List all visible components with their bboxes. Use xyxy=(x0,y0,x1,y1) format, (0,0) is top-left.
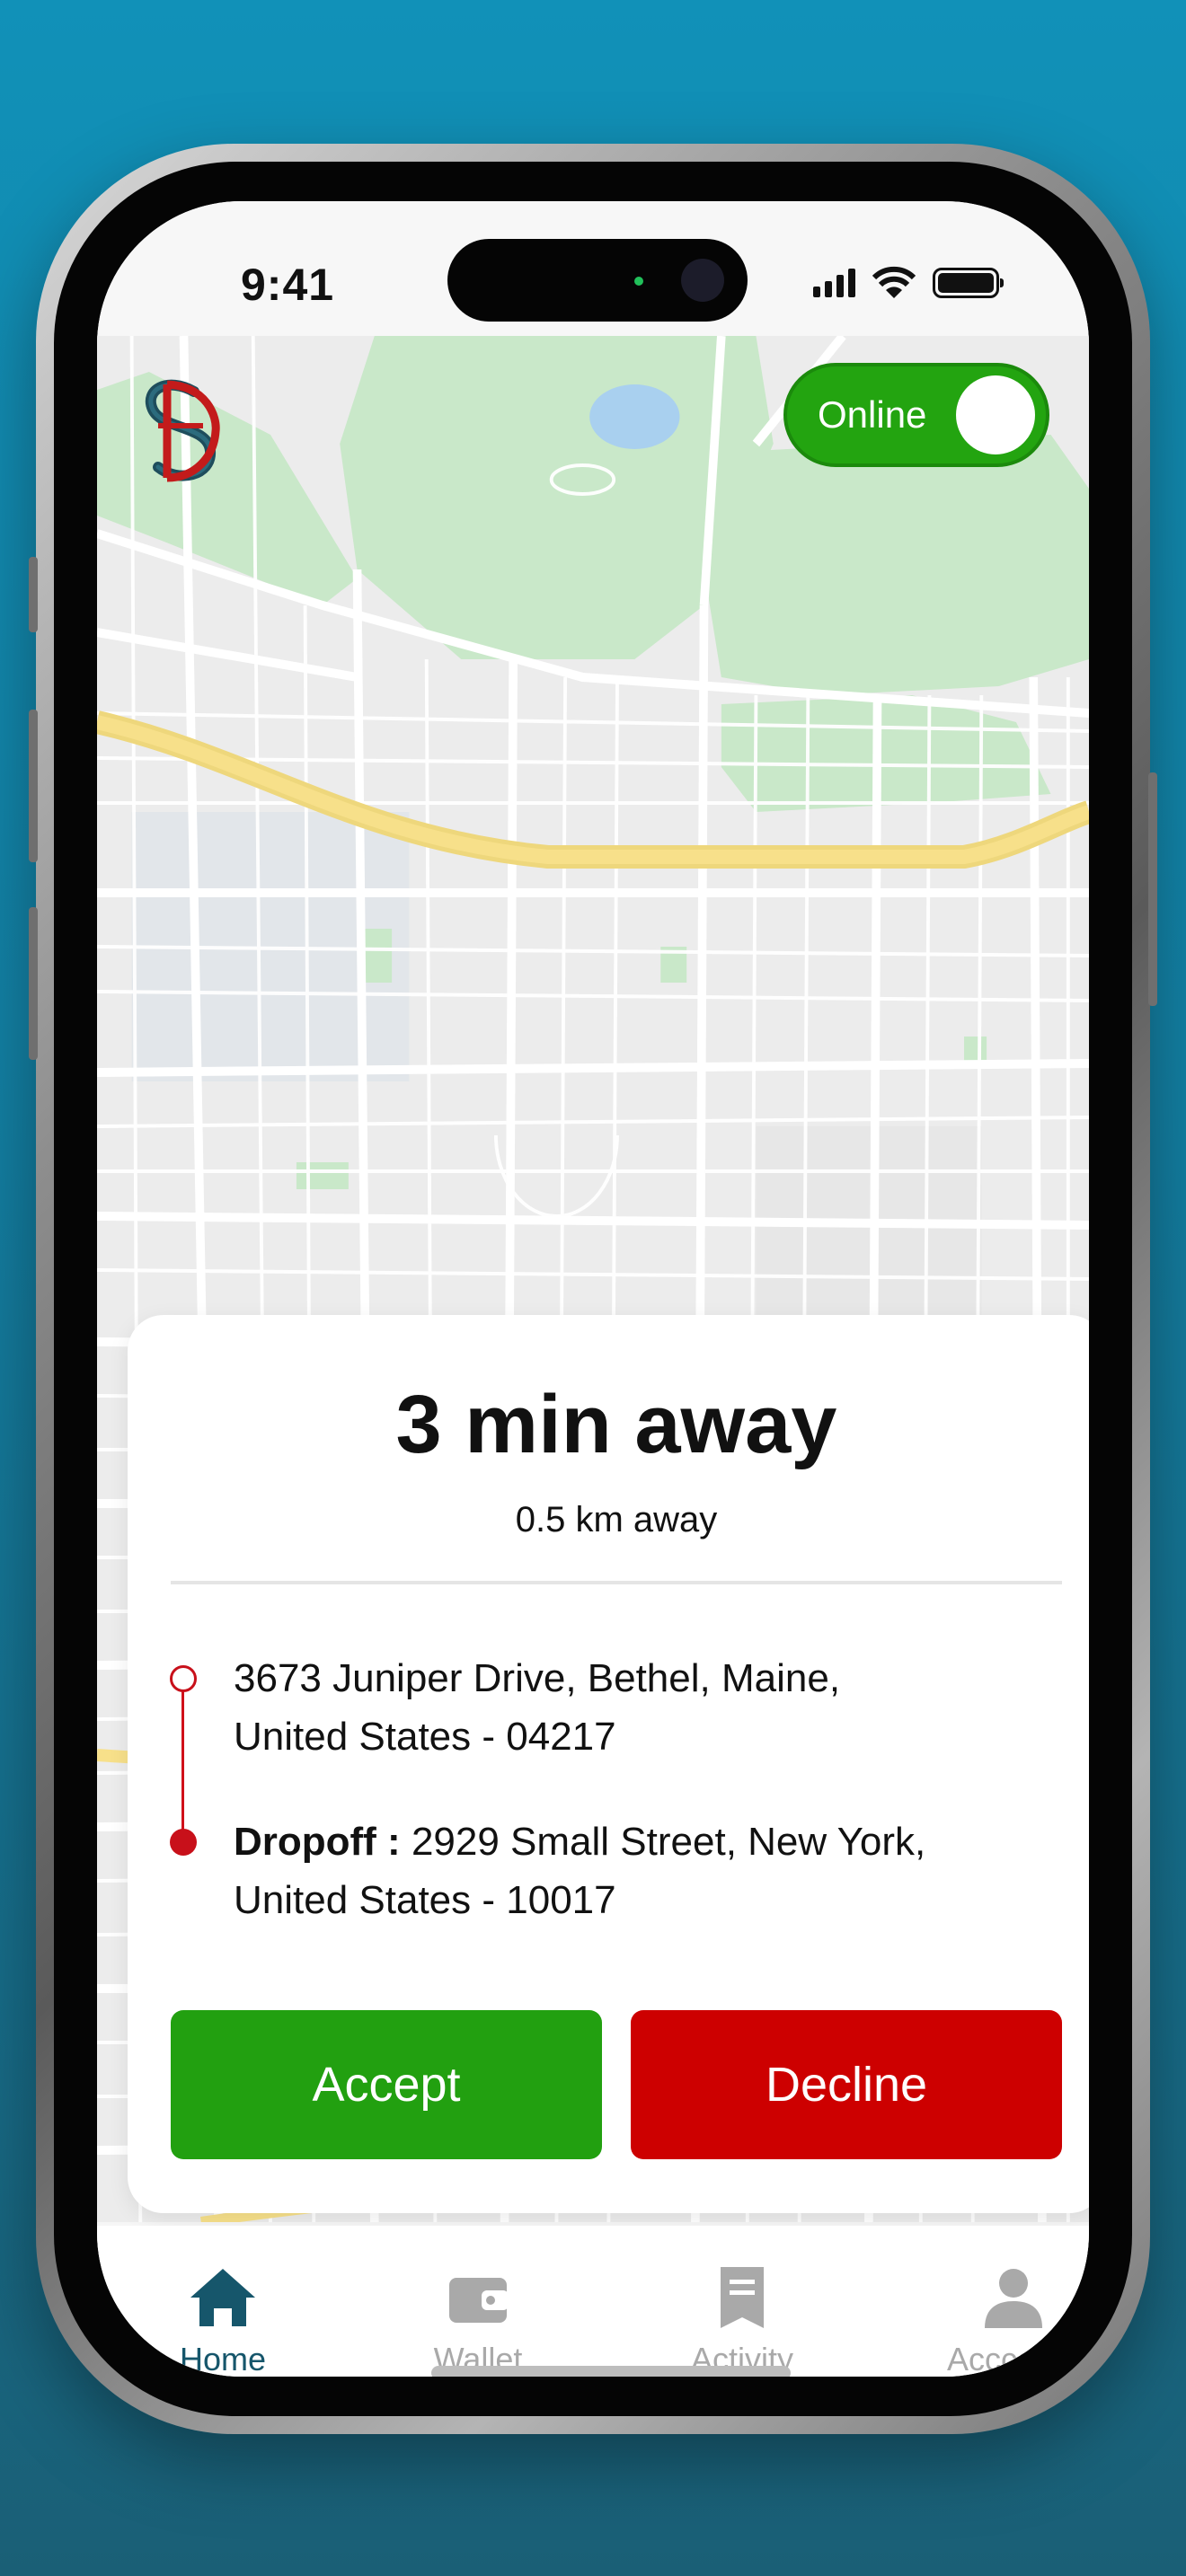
pickup-address: 3673 Juniper Drive, Bethel, Maine, Unite… xyxy=(234,1656,841,1759)
bottom-tab-bar: Home Wallet Activity Acccount xyxy=(97,2226,1089,2377)
home-icon xyxy=(190,2269,255,2326)
distance-text: 0.5 km away xyxy=(515,1500,718,1539)
decline-button[interactable]: Decline xyxy=(631,2010,1062,2159)
monogram-logo[interactable] xyxy=(131,372,230,489)
tab-activity[interactable]: Activity xyxy=(634,2262,850,2377)
tab-account-label: Acccount xyxy=(946,2341,1081,2377)
wallet-icon xyxy=(449,2278,509,2323)
route-connector-line xyxy=(181,1681,184,1843)
eta-title: 3 min away xyxy=(395,1379,837,1470)
tab-home-label: Home xyxy=(179,2341,267,2377)
status-time: 9:41 xyxy=(241,260,335,310)
battery-icon xyxy=(933,268,1004,298)
home-indicator[interactable] xyxy=(431,2366,791,2377)
ride-request-card: 3 min away 0.5 km away 3673 Juniper Driv… xyxy=(128,1315,1089,2213)
action-button xyxy=(29,557,38,632)
receipt-icon xyxy=(721,2267,764,2328)
dynamic-island xyxy=(447,239,748,322)
accept-button[interactable]: Accept xyxy=(171,2010,602,2159)
divider xyxy=(171,1581,1062,1584)
tab-wallet[interactable]: Wallet xyxy=(370,2262,586,2377)
phone-screen: 9:41 Online 3 min away 0.5 km away 3673 … xyxy=(97,201,1089,2377)
status-icons xyxy=(813,266,1004,300)
phone-frame: 9:41 Online 3 min away 0.5 km away 3673 … xyxy=(29,144,1157,2434)
pickup-pin-icon xyxy=(170,1665,197,1692)
tab-account[interactable]: Acccount xyxy=(906,2262,1089,2377)
dropoff-address-block: Dropoff : 2929 Small Street, New York, U… xyxy=(234,1813,1042,1929)
volume-down-button xyxy=(29,907,38,1060)
status-bar: 9:41 xyxy=(97,201,1089,336)
wifi-icon xyxy=(872,266,916,298)
cellular-signal-icon xyxy=(813,269,855,297)
camera-lens xyxy=(681,259,724,302)
dropoff-pin-icon xyxy=(170,1829,197,1856)
side-button xyxy=(1148,772,1157,1006)
online-toggle-label: Online xyxy=(818,393,927,436)
tab-home[interactable]: Home xyxy=(115,2262,331,2377)
user-icon xyxy=(985,2269,1042,2328)
phone-bezel: 9:41 Online 3 min away 0.5 km away 3673 … xyxy=(54,162,1132,2416)
dropoff-label: Dropoff : xyxy=(234,1820,401,1864)
volume-up-button xyxy=(29,710,38,862)
camera-indicator-dot xyxy=(634,277,643,286)
toggle-knob xyxy=(956,375,1035,454)
online-toggle[interactable]: Online xyxy=(783,363,1049,467)
